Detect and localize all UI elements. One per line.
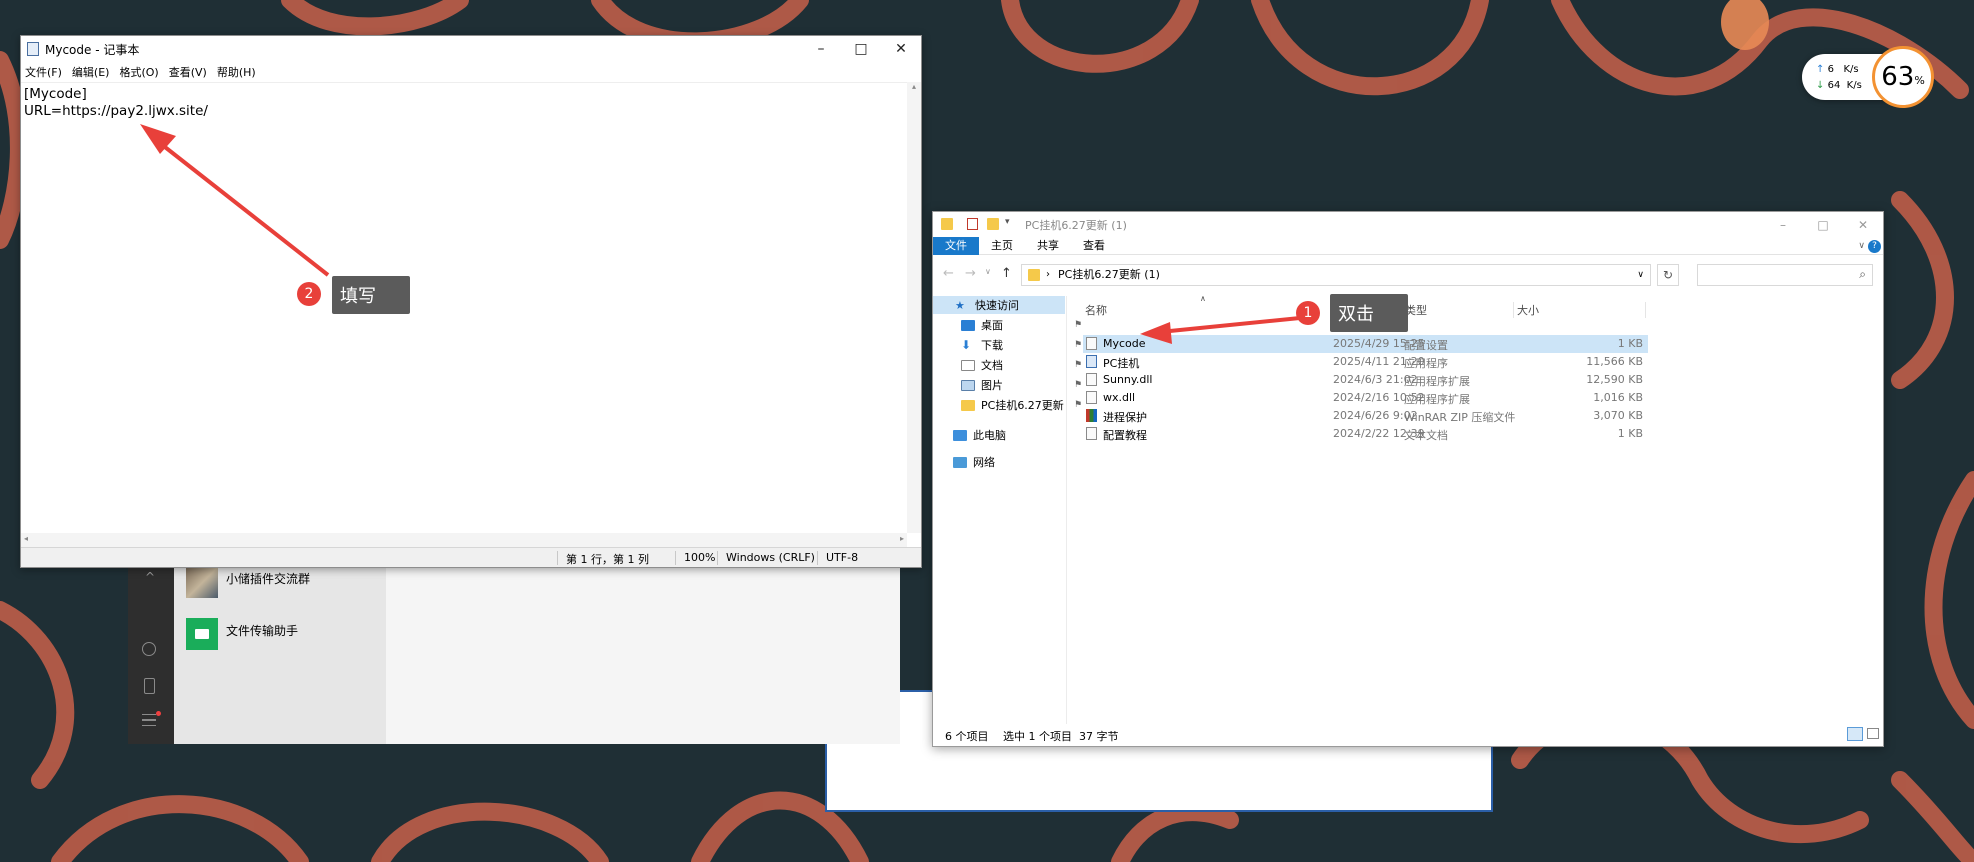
download-arrow-icon: ↓ [1816,80,1825,91]
callout-2-label: 填写 [332,276,410,314]
annotation-arrows [140,124,1301,344]
callout-1-badge: 1 [1296,301,1320,325]
usage-gauge: 63% [1872,46,1934,108]
callout-2-badge: 2 [297,282,321,306]
arrow-1-head [1140,322,1172,344]
download-speed: 64 K/s [1827,80,1862,91]
arrow-1-line [1159,316,1301,334]
upload-arrow-icon: ↑ [1816,64,1825,75]
arrow-2-line [154,138,330,277]
usage-unit: % [1914,73,1925,87]
usage-percent: 63 [1881,62,1915,92]
callout-1-label: 双击 [1330,294,1408,332]
upload-speed: 6 K/s [1827,64,1859,75]
network-speed-widget[interactable]: ↑ 6 K/s ↓ 64 K/s 63% [1802,46,1934,108]
speed-rates: ↑ 6 K/s ↓ 64 K/s [1816,62,1862,94]
